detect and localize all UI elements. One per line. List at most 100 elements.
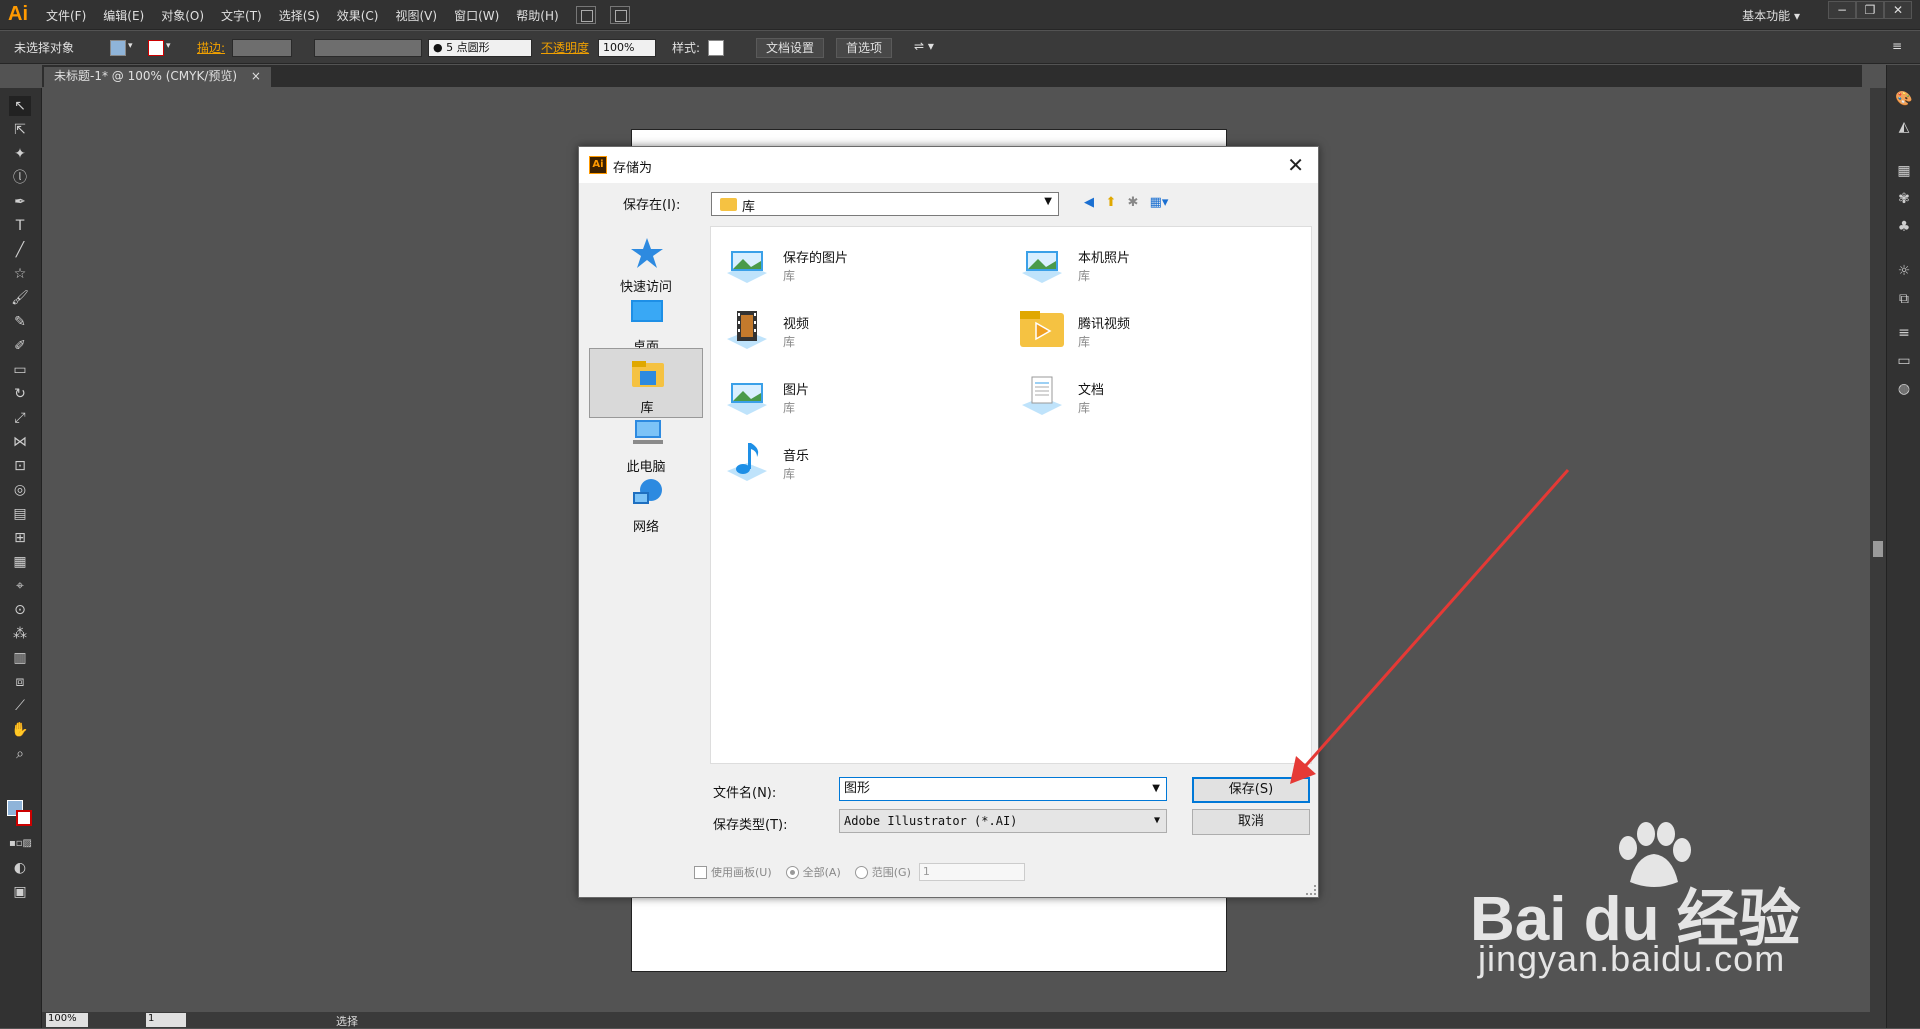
new-folder-icon[interactable]: ✱	[1122, 195, 1144, 213]
line-tool-icon[interactable]: ╱	[9, 240, 31, 260]
graphic-style-swatch[interactable]	[708, 40, 724, 56]
list-item-pictures[interactable]: 图片 库	[717, 369, 997, 423]
scale-tool-icon[interactable]: ⤢	[9, 408, 31, 428]
direct-selection-tool-icon[interactable]: ⇱	[9, 120, 31, 140]
workspace-switcher[interactable]: 基本功能 ▾	[1742, 7, 1800, 24]
document-setup-button[interactable]: 文档设置	[756, 38, 825, 58]
graph-tool-icon[interactable]: ▥	[9, 648, 31, 668]
eraser-tool-icon[interactable]: ▭	[9, 360, 31, 380]
zoom-level[interactable]: 100%	[46, 1013, 88, 1027]
filename-input[interactable]: 图形 ▼	[839, 777, 1167, 801]
artboard-number[interactable]: 1	[146, 1013, 186, 1027]
graphic-styles-icon[interactable]: ⧉	[1894, 289, 1914, 309]
variable-width-profile[interactable]	[314, 39, 422, 57]
magic-wand-tool-icon[interactable]: ✦	[9, 144, 31, 164]
zoom-tool-icon[interactable]: ⌕	[9, 744, 31, 764]
arrange-documents-icon[interactable]	[609, 6, 630, 24]
brush-definition[interactable]: ● 5 点圆形	[428, 39, 532, 57]
pen-tool-icon[interactable]: ✒	[9, 192, 31, 212]
resize-grip-icon[interactable]	[1306, 885, 1316, 895]
lasso-tool-icon[interactable]: ⓛ	[9, 168, 31, 188]
panel-menu-icon[interactable]: ≡	[1892, 39, 1902, 53]
close-icon[interactable]: ✕	[1287, 153, 1304, 177]
brushes-panel-icon[interactable]: ✾	[1894, 189, 1914, 209]
color-guide-icon[interactable]: ◭	[1894, 117, 1914, 137]
mesh-tool-icon[interactable]: ⊞	[9, 528, 31, 548]
color-mode-icons[interactable]: ▪▫▨	[9, 834, 32, 854]
stroke-swatch[interactable]	[148, 40, 164, 56]
close-tab-icon[interactable]: ×	[251, 69, 261, 83]
stroke-label[interactable]: 描边:	[197, 39, 225, 56]
shape-builder-tool-icon[interactable]: ◎	[9, 480, 31, 500]
restore-icon[interactable]: ❐	[1856, 1, 1884, 19]
chevron-down-icon[interactable]: ▾	[166, 41, 171, 51]
menu-effect[interactable]: 效果(C)	[337, 7, 379, 24]
preferences-button[interactable]: 首选项	[836, 38, 893, 58]
filetype-select[interactable]: Adobe Illustrator (*.AI) ▼	[839, 809, 1167, 833]
gradient-tool-icon[interactable]: ▦	[9, 552, 31, 572]
list-item-saved-pictures[interactable]: 保存的图片 库	[717, 237, 997, 291]
chevron-down-icon[interactable]: ▼	[1152, 778, 1160, 800]
draw-mode-icon[interactable]: ◐	[9, 858, 31, 878]
menu-type[interactable]: 文字(T)	[221, 7, 262, 24]
swatches-panel-icon[interactable]: ▦	[1894, 161, 1914, 181]
screen-mode-icon[interactable]: ▣	[9, 882, 31, 902]
symbols-panel-icon[interactable]: ♣	[1894, 217, 1914, 237]
opacity-input[interactable]: 100%	[598, 39, 656, 57]
file-list[interactable]: 保存的图片 库 本机照片 库 视频 库 腾讯视频 库 图片 库 文档 库 音乐 …	[710, 226, 1312, 764]
eyedropper-tool-icon[interactable]: ⌖	[9, 576, 31, 596]
star-tool-icon[interactable]: ☆	[9, 264, 31, 284]
menu-window[interactable]: 窗口(W)	[454, 7, 499, 24]
save-in-select[interactable]: 库 ▼	[711, 192, 1059, 216]
range-radio[interactable]	[854, 865, 868, 879]
artboard-tool-icon[interactable]: ⧈	[9, 672, 31, 692]
list-item-documents[interactable]: 文档 库	[1012, 369, 1292, 423]
save-button[interactable]: 保存(S)	[1192, 777, 1310, 803]
back-icon[interactable]: ◀	[1078, 195, 1100, 213]
stroke-color-swatch[interactable]	[16, 810, 32, 826]
arrange-icon[interactable]: ⇌ ▾	[914, 39, 934, 53]
slice-tool-icon[interactable]: ⟋	[9, 696, 31, 716]
place-network[interactable]: 网络	[589, 468, 703, 538]
bridge-icon[interactable]	[575, 6, 596, 24]
stroke-panel-icon[interactable]: ≡	[1894, 323, 1914, 343]
all-radio[interactable]	[785, 865, 799, 879]
opacity-label[interactable]: 不透明度	[541, 39, 589, 56]
paintbrush-tool-icon[interactable]: 🖌	[9, 288, 31, 308]
vertical-scrollbar[interactable]	[1870, 88, 1886, 1014]
stroke-weight-field[interactable]	[232, 39, 292, 57]
range-input[interactable]: 1	[918, 863, 1025, 881]
use-artboards-checkbox[interactable]	[694, 865, 707, 879]
hand-tool-icon[interactable]: ✋	[9, 720, 31, 740]
cancel-button[interactable]: 取消	[1192, 809, 1310, 835]
list-item-camera-roll[interactable]: 本机照片 库	[1012, 237, 1292, 291]
scrollbar-thumb[interactable]	[1873, 541, 1883, 557]
menu-help[interactable]: 帮助(H)	[516, 7, 558, 24]
type-tool-icon[interactable]: T	[9, 216, 31, 236]
transparency-panel-icon[interactable]: ◍	[1894, 379, 1914, 399]
width-tool-icon[interactable]: ⋈	[9, 432, 31, 452]
symbol-sprayer-tool-icon[interactable]: ⁂	[9, 624, 31, 644]
pencil-tool-icon[interactable]: ✎	[9, 312, 31, 332]
menu-object[interactable]: 对象(O)	[161, 7, 204, 24]
chevron-down-icon[interactable]: ▾	[128, 41, 133, 51]
minimize-icon[interactable]: −	[1828, 1, 1856, 19]
tab-document[interactable]: 未标题-1* @ 100% (CMYK/预览) ×	[44, 67, 271, 87]
gradient-panel-icon[interactable]: ▭	[1894, 351, 1914, 371]
rotate-tool-icon[interactable]: ↻	[9, 384, 31, 404]
selection-tool-icon[interactable]: ↖	[9, 96, 31, 116]
list-item-tencent-video[interactable]: 腾讯视频 库	[1012, 303, 1292, 357]
appearance-panel-icon[interactable]: ☼	[1894, 261, 1914, 281]
menu-edit[interactable]: 编辑(E)	[103, 7, 144, 24]
fill-swatch[interactable]	[110, 40, 126, 56]
close-icon[interactable]: ✕	[1884, 1, 1912, 19]
list-item-music[interactable]: 音乐 库	[717, 435, 997, 489]
color-panel-icon[interactable]: 🎨	[1894, 89, 1914, 109]
blob-brush-tool-icon[interactable]: ✐	[9, 336, 31, 356]
menu-file[interactable]: 文件(F)	[46, 7, 86, 24]
list-item-videos[interactable]: 视频 库	[717, 303, 997, 357]
view-menu-icon[interactable]: ▦▾	[1144, 195, 1174, 213]
menu-select[interactable]: 选择(S)	[279, 7, 320, 24]
blend-tool-icon[interactable]: ⊙	[9, 600, 31, 620]
menu-view[interactable]: 视图(V)	[395, 7, 437, 24]
